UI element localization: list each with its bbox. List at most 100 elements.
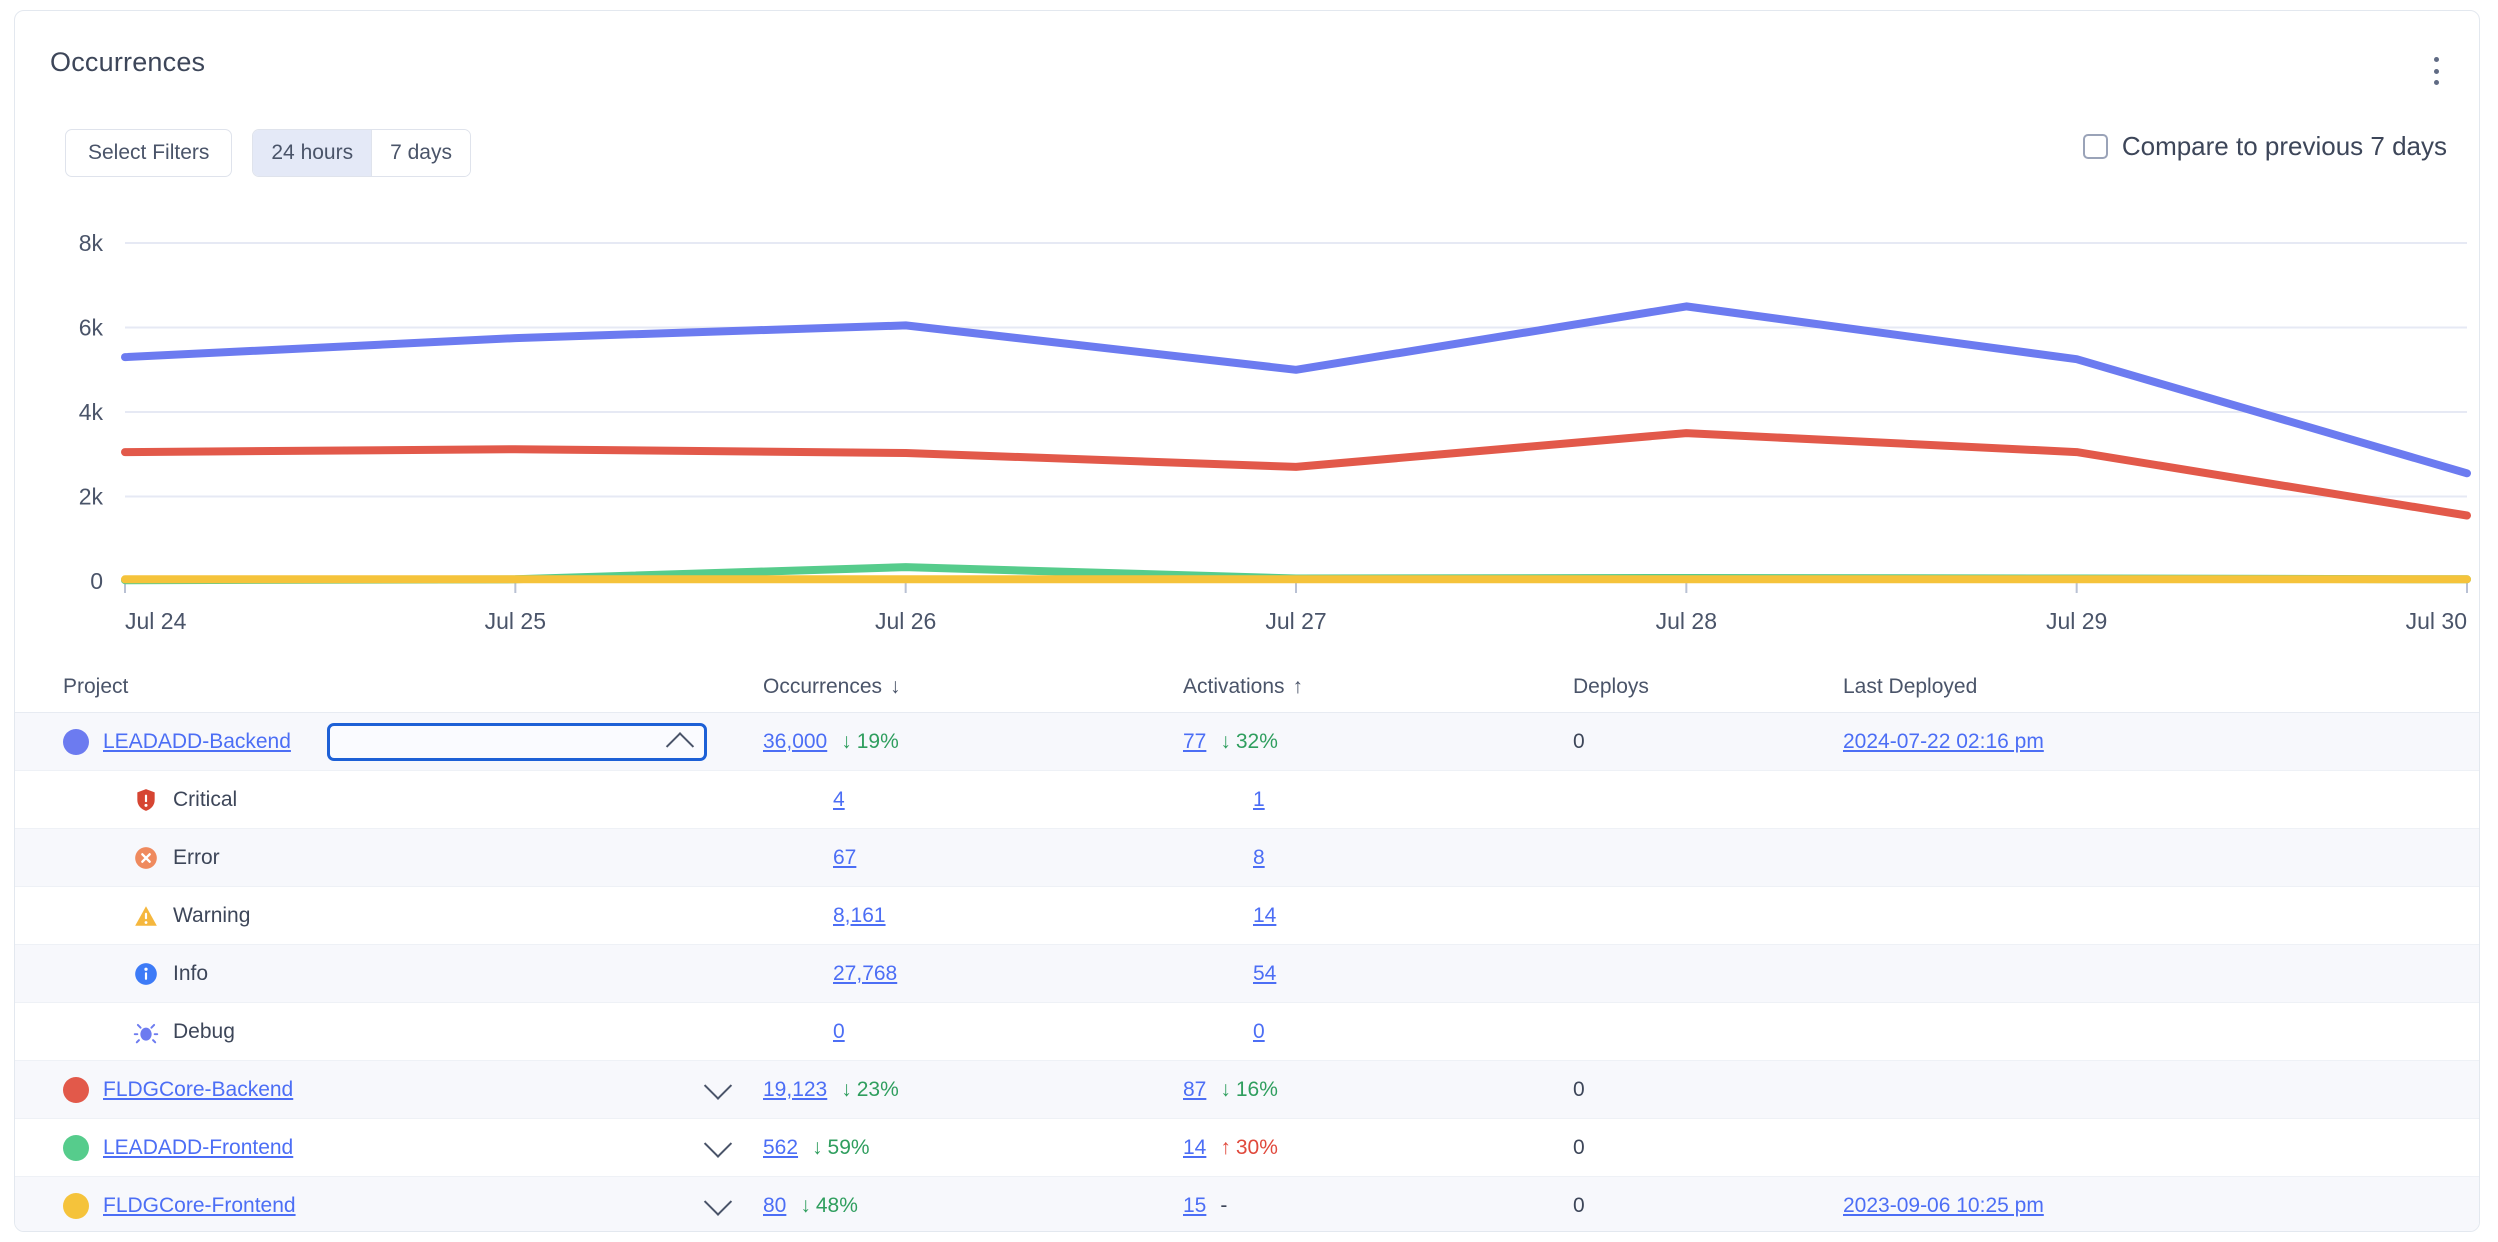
occurrences-delta: ↓ 19%	[841, 729, 899, 753]
severity-label: Debug	[173, 1019, 235, 1043]
project-row[interactable]: LEADADD-Backend 36,000 ↓ 19% 77 ↓ 32% 0 2024-07-…	[15, 713, 2479, 771]
activations-link[interactable]: 14	[1183, 1136, 1206, 1160]
svg-text:Jul 28: Jul 28	[1656, 608, 1717, 634]
cell-occurrences: 8,161	[833, 904, 1253, 928]
last-deployed-link[interactable]: 2023-09-06 10:25 pm	[1843, 1194, 2044, 1218]
range-7-days[interactable]: 7 days	[371, 130, 470, 176]
expand-project-button[interactable]	[699, 1071, 737, 1107]
severity-row[interactable]: Debug 0 0	[15, 1003, 2479, 1061]
occurrences-link[interactable]: 27,768	[833, 962, 897, 986]
occurrences-delta: ↓ 59%	[812, 1135, 870, 1159]
occurrences-link[interactable]: 562	[763, 1136, 798, 1160]
svg-text:4k: 4k	[79, 399, 104, 425]
chevron-down-icon	[703, 1129, 733, 1158]
occurrences-link[interactable]: 67	[833, 846, 856, 870]
cell-occurrences: 4	[833, 788, 1253, 812]
project-color-dot	[63, 1076, 89, 1103]
column-header-last-deployed[interactable]: Last Deployed	[1843, 675, 2479, 699]
project-name-link[interactable]: LEADADD-Backend	[103, 730, 291, 754]
activations-link[interactable]: 87	[1183, 1078, 1206, 1102]
cell-last-deployed: 2023-09-06 10:25 pm	[1843, 1194, 2479, 1218]
severity-label: Critical	[173, 787, 238, 811]
cell-occurrences: 562 ↓ 59%	[763, 1136, 1183, 1160]
chevron-down-icon	[703, 1187, 733, 1216]
cell-activations: 8	[1253, 846, 1643, 870]
occurrences-link[interactable]: 36,000	[763, 730, 827, 754]
column-header-project[interactable]: Project	[63, 675, 763, 699]
occurrences-link[interactable]: 8,161	[833, 904, 886, 928]
occurrences-link[interactable]: 19,123	[763, 1078, 827, 1102]
last-deployed-link[interactable]: 2024-07-22 02:16 pm	[1843, 730, 2044, 754]
cell-activations: 77 ↓ 32%	[1183, 730, 1573, 754]
severity-row[interactable]: Warning 8,161 14	[15, 887, 2479, 945]
cell-activations: 14 ↑ 30%	[1183, 1136, 1573, 1160]
column-header-occurrences[interactable]: Occurrences ↓	[763, 675, 1183, 699]
chevron-down-icon	[703, 1071, 733, 1100]
time-range-segmented-control[interactable]: 24 hours 7 days	[252, 129, 471, 177]
severity-label: Info	[173, 961, 209, 985]
cell-activations: 1	[1253, 788, 1643, 812]
collapse-project-button[interactable]	[326, 722, 707, 761]
expand-project-button[interactable]	[699, 1187, 737, 1223]
compare-label: Compare to previous 7 days	[2121, 131, 2447, 161]
cell-project: Critical	[63, 787, 833, 813]
project-row[interactable]: FLDGCore-Backend 19,123 ↓ 23% 87 ↓ 16% 0	[15, 1061, 2479, 1119]
chevron-up-icon	[665, 731, 695, 760]
compare-previous-checkbox[interactable]: Compare to previous 7 days	[2082, 131, 2447, 162]
table-header-row: Project Occurrences ↓ Activations ↑ Depl…	[15, 661, 2479, 713]
cell-occurrences: 36,000 ↓ 19%	[763, 730, 1183, 754]
arrow-down-icon: ↓	[800, 1193, 811, 1217]
arrow-down-icon: ↓	[841, 729, 852, 753]
activations-link[interactable]: 15	[1183, 1194, 1206, 1218]
checkbox-box-icon[interactable]	[2082, 134, 2108, 159]
project-row[interactable]: FLDGCore-Frontend 80 ↓ 48% 15-0 2023-09-06 10…	[15, 1177, 2479, 1231]
cell-activations: 0	[1253, 1020, 1643, 1044]
activations-link[interactable]: 1	[1253, 788, 1265, 812]
column-header-deploys[interactable]: Deploys	[1573, 675, 1843, 699]
cell-last-deployed: 2024-07-22 02:16 pm	[1843, 730, 2479, 754]
project-name-link[interactable]: FLDGCore-Backend	[103, 1078, 293, 1102]
activations-link[interactable]: 14	[1253, 904, 1276, 928]
severity-row[interactable]: Error 67 8	[15, 829, 2479, 887]
cell-project: Error	[63, 845, 833, 871]
select-filters-button[interactable]: Select Filters	[65, 129, 233, 177]
severity-label: Warning	[173, 903, 251, 927]
svg-text:Jul 24: Jul 24	[125, 608, 187, 634]
svg-text:Jul 29: Jul 29	[2046, 608, 2107, 634]
project-row[interactable]: LEADADD-Frontend 562 ↓ 59% 14 ↑ 30% 0	[15, 1119, 2479, 1177]
activations-link[interactable]: 8	[1253, 846, 1265, 870]
occurrences-link[interactable]: 0	[833, 1020, 845, 1044]
cell-deploys: 0	[1573, 729, 1585, 753]
cell-project: Warning	[63, 903, 833, 929]
occurrences-delta: ↓ 48%	[800, 1193, 858, 1217]
severity-row[interactable]: Critical 4 1	[15, 771, 2479, 829]
kebab-menu-icon[interactable]	[2421, 54, 2451, 88]
debug-bug-icon	[133, 1019, 159, 1045]
column-header-activations[interactable]: Activations ↑	[1183, 675, 1573, 699]
activations-link[interactable]: 77	[1183, 730, 1206, 754]
arrow-down-icon: ↓	[841, 1077, 852, 1101]
svg-text:8k: 8k	[79, 230, 104, 256]
activations-link[interactable]: 0	[1253, 1020, 1265, 1044]
range-24-hours[interactable]: 24 hours	[253, 130, 372, 176]
occurrences-link[interactable]: 4	[833, 788, 845, 812]
cell-project: LEADADD-Frontend	[63, 1129, 763, 1165]
occurrences-link[interactable]: 80	[763, 1194, 786, 1218]
cell-occurrences: 19,123 ↓ 23%	[763, 1078, 1183, 1102]
svg-text:6k: 6k	[79, 315, 104, 341]
cell-activations: 54	[1253, 962, 1643, 986]
critical-shield-icon	[133, 787, 159, 813]
cell-occurrences: 0	[833, 1020, 1253, 1044]
table-body: LEADADD-Backend 36,000 ↓ 19% 77 ↓ 32% 0 2024-07-…	[15, 713, 2479, 1231]
cell-activations: 15-	[1183, 1194, 1573, 1218]
project-color-dot	[63, 1192, 89, 1219]
cell-activations: 87 ↓ 16%	[1183, 1078, 1573, 1102]
project-name-link[interactable]: FLDGCore-Frontend	[103, 1194, 296, 1218]
activations-delta: -	[1220, 1193, 1228, 1217]
severity-row[interactable]: Info 27,768 54	[15, 945, 2479, 1003]
expand-project-button[interactable]	[699, 1129, 737, 1165]
project-name-link[interactable]: LEADADD-Frontend	[103, 1136, 293, 1160]
activations-link[interactable]: 54	[1253, 962, 1276, 986]
project-color-dot	[63, 1134, 89, 1161]
cell-project: Info	[63, 961, 833, 987]
